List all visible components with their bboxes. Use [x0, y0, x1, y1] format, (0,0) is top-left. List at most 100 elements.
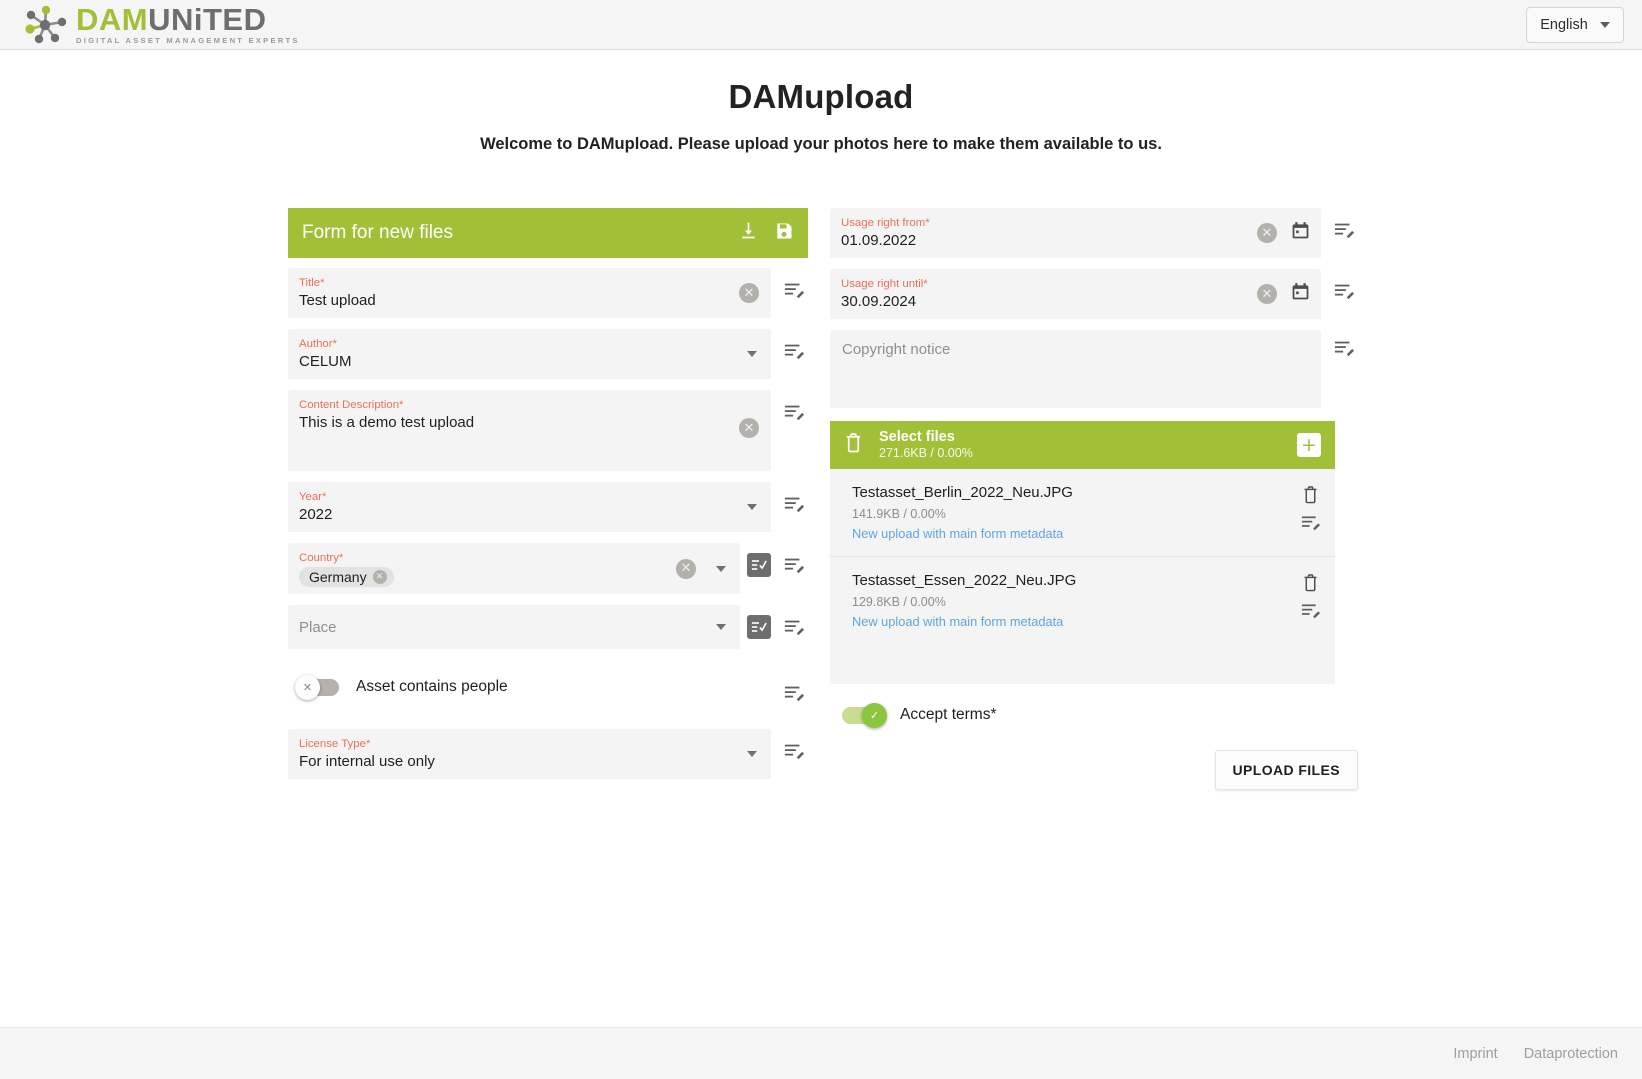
year-chevron-down-icon[interactable]	[747, 504, 757, 510]
content-description-value: This is a demo test upload	[299, 414, 475, 431]
imprint-link[interactable]: Imprint	[1453, 1046, 1497, 1062]
file-meta: 129.8KB / 0.00%	[852, 595, 946, 609]
file-name: Testasset_Berlin_2022_Neu.JPG	[852, 484, 1073, 501]
place-picklist-icon[interactable]	[747, 615, 771, 639]
file-metadata-icon[interactable]	[1300, 513, 1321, 537]
clear-country-icon[interactable]: ✕	[676, 558, 696, 579]
toggle-knob-on-icon: ✓	[862, 702, 887, 728]
select-files-summary: 271.6KB / 0.00%	[879, 446, 973, 460]
field-row-title: Title* Test upload ✕	[288, 268, 808, 318]
license-type-field[interactable]: License Type* For internal use only	[288, 729, 771, 779]
delete-file-icon[interactable]	[1302, 485, 1319, 509]
title-field[interactable]: Title* Test upload ✕	[288, 268, 771, 318]
file-list: Testasset_Berlin_2022_Neu.JPG 141.9KB / …	[830, 469, 1335, 684]
country-metadata-icon[interactable]	[780, 551, 808, 579]
form-column-left: Form for new files Title* Test upload ✕ …	[288, 208, 808, 790]
download-icon[interactable]	[738, 220, 759, 246]
calendar-icon[interactable]	[1290, 281, 1311, 307]
license-type-chevron-down-icon[interactable]	[747, 751, 757, 757]
toggle-knob-off-icon: ✕	[295, 674, 320, 700]
accept-terms-label: Accept terms*	[900, 706, 997, 723]
author-label: Author*	[299, 338, 337, 350]
language-selector-label: English	[1540, 17, 1588, 33]
year-value: 2022	[299, 506, 333, 523]
usage-right-from-field[interactable]: Usage right from* 01.09.2022 ✕	[830, 208, 1321, 258]
asset-contains-people-metadata-icon[interactable]	[780, 679, 808, 707]
select-files-panel: Select files 271.6KB / 0.00% + Testasset…	[830, 421, 1335, 684]
title-label: Title*	[299, 277, 325, 289]
country-chevron-down-icon[interactable]	[716, 565, 726, 572]
page-header: DAMupload Welcome to DAMupload. Please u…	[0, 50, 1642, 154]
title-metadata-icon[interactable]	[780, 276, 808, 304]
usage-right-from-label: Usage right from*	[841, 217, 930, 229]
field-row-copyright: Copyright notice	[830, 330, 1358, 408]
field-row-year: Year* 2022	[288, 482, 808, 532]
calendar-icon[interactable]	[1290, 220, 1311, 246]
logo-text-dam: DAM	[76, 2, 149, 38]
usage-right-until-label: Usage right until*	[841, 278, 928, 290]
clear-usage-right-until-icon[interactable]: ✕	[1257, 284, 1277, 304]
upload-files-button[interactable]: UPLOAD FILES	[1214, 750, 1358, 790]
asset-contains-people-row: ✕ Asset contains people	[295, 674, 771, 700]
clear-title-icon[interactable]: ✕	[739, 283, 759, 303]
author-field[interactable]: Author* CELUM	[288, 329, 771, 379]
field-row-license-type: License Type* For internal use only	[288, 729, 808, 779]
copyright-notice-metadata-icon[interactable]	[1330, 334, 1358, 362]
field-row-country: Country* Germany ✕ ✕	[288, 543, 808, 594]
accept-terms-row: ✓ Accept terms*	[842, 702, 1358, 728]
remove-country-chip-icon[interactable]: ✕	[372, 570, 387, 584]
year-metadata-icon[interactable]	[780, 490, 808, 518]
accept-terms-toggle[interactable]: ✓	[842, 702, 887, 728]
form-header-title: Form for new files	[302, 222, 453, 243]
year-field[interactable]: Year* 2022	[288, 482, 771, 532]
clear-content-description-icon[interactable]: ✕	[739, 418, 759, 438]
usage-right-until-metadata-icon[interactable]	[1330, 277, 1358, 305]
delete-file-icon[interactable]	[1302, 573, 1319, 597]
clear-usage-right-from-icon[interactable]: ✕	[1257, 223, 1277, 243]
dataprotection-link[interactable]: Dataprotection	[1524, 1046, 1618, 1062]
usage-right-from-metadata-icon[interactable]	[1330, 216, 1358, 244]
license-type-metadata-icon[interactable]	[780, 737, 808, 765]
asset-contains-people-toggle[interactable]: ✕	[295, 674, 339, 700]
save-icon[interactable]	[774, 221, 794, 246]
place-chevron-down-icon[interactable]	[716, 624, 726, 630]
file-upload-mode-link[interactable]: New upload with main form metadata	[852, 525, 1283, 543]
top-bar: DAMUNiTED DIGITAL ASSET MANAGEMENT EXPER…	[0, 0, 1642, 50]
content-description-field[interactable]: Content Description* This is a demo test…	[288, 390, 771, 471]
country-field[interactable]: Country* Germany ✕ ✕	[288, 543, 740, 594]
file-meta: 141.9KB / 0.00%	[852, 507, 946, 521]
damunited-node-graph-icon	[22, 5, 68, 45]
field-row-place: Place	[288, 605, 808, 649]
copyright-notice-field[interactable]: Copyright notice	[830, 330, 1321, 408]
language-selector[interactable]: English	[1526, 7, 1624, 43]
list-item[interactable]: Testasset_Berlin_2022_Neu.JPG 141.9KB / …	[830, 469, 1335, 556]
place-field[interactable]: Place	[288, 605, 740, 649]
add-files-icon[interactable]: +	[1297, 433, 1321, 457]
title-value: Test upload	[299, 292, 376, 309]
author-value: CELUM	[299, 353, 352, 370]
file-metadata-icon[interactable]	[1300, 601, 1321, 625]
form-header: Form for new files	[288, 208, 808, 258]
page-title: DAMupload	[728, 78, 914, 115]
content-description-metadata-icon[interactable]	[780, 398, 808, 426]
author-metadata-icon[interactable]	[780, 337, 808, 365]
logo-text-united: UNiTED	[148, 2, 267, 38]
page-subtitle: Welcome to DAMupload. Please upload your…	[480, 135, 1162, 153]
field-row-usage-until: Usage right until* 30.09.2024 ✕	[830, 269, 1358, 319]
file-upload-mode-link[interactable]: New upload with main form metadata	[852, 613, 1283, 631]
country-chip-label: Germany	[309, 569, 367, 585]
year-label: Year*	[299, 491, 327, 503]
trash-icon[interactable]	[844, 432, 863, 458]
country-chip[interactable]: Germany ✕	[299, 567, 394, 587]
country-picklist-icon[interactable]	[747, 553, 771, 577]
country-label: Country*	[299, 552, 344, 564]
place-metadata-icon[interactable]	[780, 613, 808, 641]
usage-right-until-field[interactable]: Usage right until* 30.09.2024 ✕	[830, 269, 1321, 319]
list-item[interactable]: Testasset_Essen_2022_Neu.JPG 129.8KB / 0…	[830, 556, 1335, 644]
upload-action-row: UPLOAD FILES	[830, 750, 1358, 790]
field-row-author: Author* CELUM	[288, 329, 808, 379]
chevron-down-icon	[1599, 22, 1610, 28]
content-description-label: Content Description*	[299, 399, 404, 411]
author-chevron-down-icon[interactable]	[747, 351, 757, 357]
field-row-content-description: Content Description* This is a demo test…	[288, 390, 808, 471]
